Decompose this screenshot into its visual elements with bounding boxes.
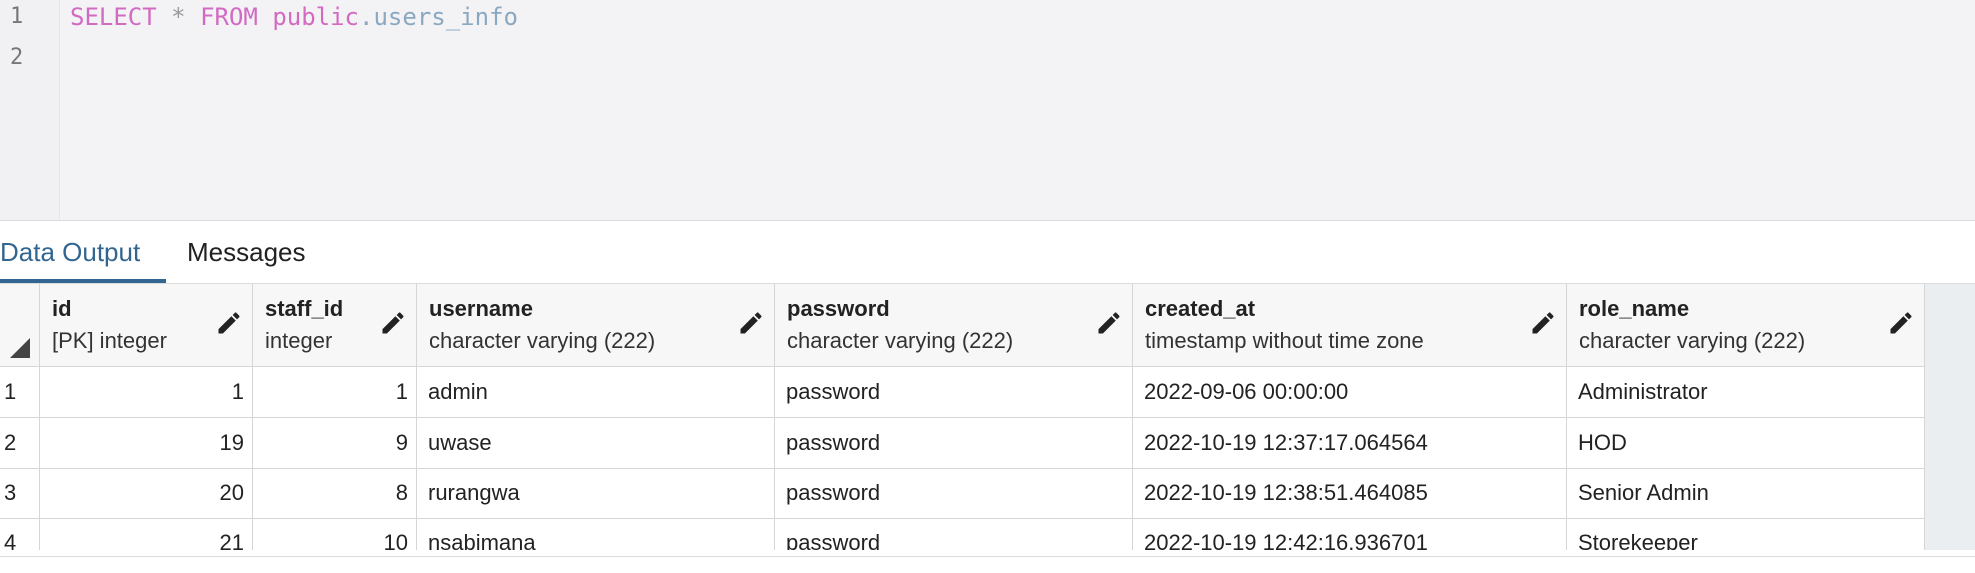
cell-username[interactable]: rurangwa (417, 468, 775, 518)
column-name: role_name (1579, 296, 1690, 321)
select-all-icon (10, 338, 30, 358)
line-number: 1 (10, 4, 24, 29)
cell-id[interactable]: 19 (40, 418, 253, 468)
column-type: [PK] integer (52, 328, 167, 353)
result-tabs: Data Output Messages (0, 221, 1975, 284)
edit-pencil-icon[interactable] (215, 309, 243, 337)
panel-bottom-border (0, 556, 1975, 557)
edit-pencil-icon[interactable] (737, 309, 765, 337)
sql-editor[interactable]: 1 2 SELECT * FROM public.users_info (0, 0, 1975, 221)
cell-created-at[interactable]: 2022-09-06 00:00:00 (1133, 367, 1567, 417)
column-name: created_at (1145, 296, 1256, 321)
edit-pencil-icon[interactable] (1887, 309, 1915, 337)
table-name: users_info (373, 3, 518, 31)
cell-id[interactable]: 20 (40, 468, 253, 518)
row-number[interactable]: 1 (0, 367, 40, 417)
column-type: character varying (222) (1579, 328, 1806, 353)
from-keyword: FROM (200, 3, 258, 31)
column-type: timestamp without time zone (1145, 328, 1424, 353)
query-line[interactable]: SELECT * FROM public.users_info (70, 3, 518, 31)
cell-password[interactable]: password (775, 518, 1133, 550)
active-tab-indicator (0, 279, 166, 283)
cell-created-at[interactable]: 2022-10-19 12:42:16.936701 (1133, 518, 1567, 550)
line-number-gutter: 1 2 (0, 0, 60, 220)
column-name: id (52, 296, 72, 321)
cell-username[interactable]: nsabimana (417, 518, 775, 550)
column-name: username (429, 296, 533, 321)
cell-role-name[interactable]: Storekeeper (1567, 518, 1925, 550)
cell-role-name[interactable]: Administrator (1567, 367, 1925, 417)
cell-username[interactable]: uwase (417, 418, 775, 468)
cell-staff-id[interactable]: 10 (253, 518, 417, 550)
edit-pencil-icon[interactable] (379, 309, 407, 337)
schema-name: public (272, 3, 360, 31)
column-header-created-at[interactable]: created_at timestamp without time zone (1133, 284, 1567, 366)
header-row: id [PK] integer staff_id integer usernam… (0, 284, 1925, 367)
column-type: character varying (222) (429, 328, 656, 353)
column-header-password[interactable]: password character varying (222) (775, 284, 1133, 366)
cell-created-at[interactable]: 2022-10-19 12:37:17.064564 (1133, 418, 1567, 468)
cell-username[interactable]: admin (417, 367, 775, 417)
tab-messages[interactable]: Messages (187, 237, 306, 268)
edit-pencil-icon[interactable] (1529, 309, 1557, 337)
cell-role-name[interactable]: HOD (1567, 418, 1925, 468)
table-row[interactable]: 3 20 8 rurangwa password 2022-10-19 12:3… (0, 468, 1925, 519)
cell-id[interactable]: 1 (40, 367, 253, 417)
row-number[interactable]: 2 (0, 418, 40, 468)
table-row[interactable]: 4 21 10 nsabimana password 2022-10-19 12… (0, 518, 1925, 550)
table-row[interactable]: 1 1 1 admin password 2022-09-06 00:00:00… (0, 367, 1925, 418)
column-type: character varying (222) (787, 328, 1014, 353)
cell-created-at[interactable]: 2022-10-19 12:38:51.464085 (1133, 468, 1567, 518)
cell-password[interactable]: password (775, 418, 1133, 468)
tab-data-output[interactable]: Data Output (0, 237, 140, 268)
line-number: 2 (10, 45, 24, 70)
cell-role-name[interactable]: Senior Admin (1567, 468, 1925, 518)
cell-staff-id[interactable]: 9 (253, 418, 417, 468)
row-number[interactable]: 4 (0, 518, 40, 550)
row-number[interactable]: 3 (0, 468, 40, 518)
column-header-role-name[interactable]: role_name character varying (222) (1567, 284, 1925, 366)
cell-password[interactable]: password (775, 367, 1133, 417)
cell-id[interactable]: 21 (40, 518, 253, 550)
grid-empty-area (1925, 284, 1975, 550)
column-type: integer (265, 328, 333, 353)
column-name: password (787, 296, 890, 321)
column-name: staff_id (265, 296, 344, 321)
select-all-corner[interactable] (0, 284, 40, 366)
data-grid[interactable]: id [PK] integer staff_id integer usernam… (0, 284, 1975, 550)
cell-password[interactable]: password (775, 468, 1133, 518)
cell-staff-id[interactable]: 1 (253, 367, 417, 417)
dot-separator: . (359, 3, 374, 31)
column-header-staff-id[interactable]: staff_id integer (253, 284, 417, 366)
select-keyword: SELECT (70, 3, 157, 31)
table-row[interactable]: 2 19 9 uwase password 2022-10-19 12:37:1… (0, 418, 1925, 469)
edit-pencil-icon[interactable] (1095, 309, 1123, 337)
column-header-username[interactable]: username character varying (222) (417, 284, 775, 366)
column-header-id[interactable]: id [PK] integer (40, 284, 253, 366)
star-operator: * (171, 3, 186, 31)
cell-staff-id[interactable]: 8 (253, 468, 417, 518)
